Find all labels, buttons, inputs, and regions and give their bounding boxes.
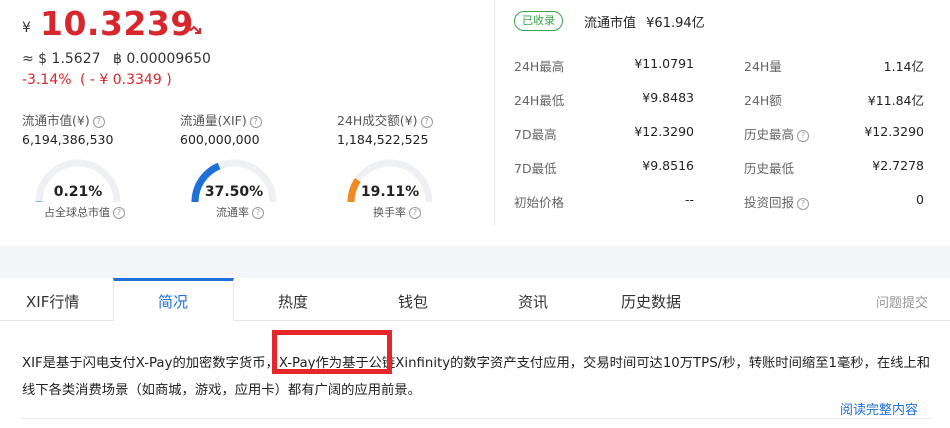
- stat-value: 6,194,386,530: [22, 132, 114, 147]
- row-label: 初始价格: [514, 195, 565, 210]
- listed-badge: 已收录: [514, 11, 563, 31]
- tab-news[interactable]: 资讯: [518, 291, 548, 312]
- help-icon[interactable]: ?: [113, 207, 125, 219]
- row-value: ¥2.7278: [872, 158, 924, 173]
- row-label: 24H最高: [514, 59, 565, 74]
- gauge-label-text: 占全球总市值: [44, 206, 110, 219]
- gauge-value: 0.21%: [53, 184, 103, 200]
- gauge-label: 占全球总市值?: [44, 204, 125, 220]
- help-icon[interactable]: ?: [797, 130, 810, 142]
- row-label: 投资回报?: [744, 192, 810, 211]
- row-value: ¥12.3290: [634, 124, 694, 139]
- row-label: 24H量: [744, 59, 782, 74]
- gauge-label-text: 流通率: [216, 206, 249, 219]
- row-value: --: [684, 192, 694, 207]
- section-separator: [0, 246, 950, 278]
- gauge-value: 37.50%: [204, 184, 264, 200]
- help-icon[interactable]: ?: [249, 116, 262, 128]
- stat-volume: 24H成交额(¥)? 1,184,522,525: [337, 110, 433, 147]
- help-icon[interactable]: ?: [409, 207, 421, 219]
- stat-value: 600,000,000: [180, 132, 260, 147]
- tab-popularity[interactable]: 热度: [278, 291, 308, 312]
- tab-overview[interactable]: 简况: [158, 291, 188, 312]
- help-icon[interactable]: ?: [797, 198, 810, 210]
- row-value: 1.14亿: [883, 59, 924, 74]
- row-label: 7D最低: [514, 161, 557, 176]
- currency-symbol: ¥: [22, 20, 31, 36]
- tab-history[interactable]: 历史数据: [621, 291, 681, 312]
- row-label: 历史最高?: [744, 124, 810, 143]
- panel-divider: [494, 0, 495, 225]
- row-label-text: 历史最高: [744, 127, 795, 142]
- tab-xif-market[interactable]: XIF行情: [26, 291, 79, 312]
- gauge-label: 流通率?: [216, 204, 264, 220]
- usd-price: ≈ $ 1.5627: [22, 51, 101, 67]
- current-price: 10.3239: [40, 4, 194, 43]
- market-cap-label: 流通市值: [584, 16, 637, 31]
- tab-wallet[interactable]: 钱包: [398, 291, 428, 312]
- row-label-text: 投资回报: [744, 195, 795, 210]
- row-value: 0: [916, 192, 924, 207]
- row-value: ¥9.8483: [642, 90, 694, 105]
- stat-value: 1,184,522,525: [337, 132, 429, 147]
- row-label: 24H最低: [514, 93, 565, 108]
- market-cap-value: ¥61.94亿: [646, 16, 705, 31]
- market-cap-summary: 流通市值 ¥61.94亿: [584, 12, 705, 31]
- btc-price: ฿ 0.00009650: [112, 51, 211, 67]
- row-value: ¥11.0791: [634, 56, 694, 71]
- row-label: 24H额: [744, 93, 782, 108]
- bottom-divider: [22, 418, 932, 419]
- row-value: ¥11.84亿: [867, 93, 924, 108]
- gauge-value: 19.11%: [360, 184, 420, 200]
- help-icon[interactable]: ?: [252, 207, 264, 219]
- row-value: ¥9.8516: [642, 158, 694, 173]
- gauge-label-text: 换手率: [373, 206, 406, 219]
- price-change: -3.14% ( - ¥ 0.3349 ): [22, 72, 172, 88]
- highlight-box: [272, 330, 392, 374]
- feedback-link[interactable]: 问题提交: [876, 292, 928, 311]
- row-label: 7D最高: [514, 127, 557, 142]
- stat-market-cap: 流通市值(¥)? 6,194,386,530: [22, 110, 113, 147]
- stat-label: 24H成交额(¥): [337, 113, 418, 128]
- stat-label: 流通市值(¥): [22, 113, 90, 128]
- change-percent: -3.14%: [22, 72, 72, 88]
- row-label: 历史最低: [744, 161, 795, 176]
- change-absolute: ( - ¥ 0.3349 ): [79, 72, 172, 88]
- price-conversion: ≈ $ 1.5627 ฿ 0.00009650: [22, 51, 211, 67]
- gauge-label: 换手率?: [373, 204, 421, 220]
- read-more-link[interactable]: 阅读完整内容: [840, 399, 918, 418]
- help-icon[interactable]: ?: [92, 116, 105, 128]
- trend-down-icon: [184, 23, 201, 34]
- help-icon[interactable]: ?: [420, 116, 433, 128]
- coin-description: XIF是基于闪电支付X-Pay的加密数字货币，X-Pay作为基于公链Xinfin…: [22, 356, 931, 398]
- row-value: ¥12.3290: [864, 124, 924, 139]
- stat-circulation: 流通量(XIF)? 600,000,000: [180, 110, 262, 147]
- stat-label: 流通量(XIF): [180, 113, 247, 128]
